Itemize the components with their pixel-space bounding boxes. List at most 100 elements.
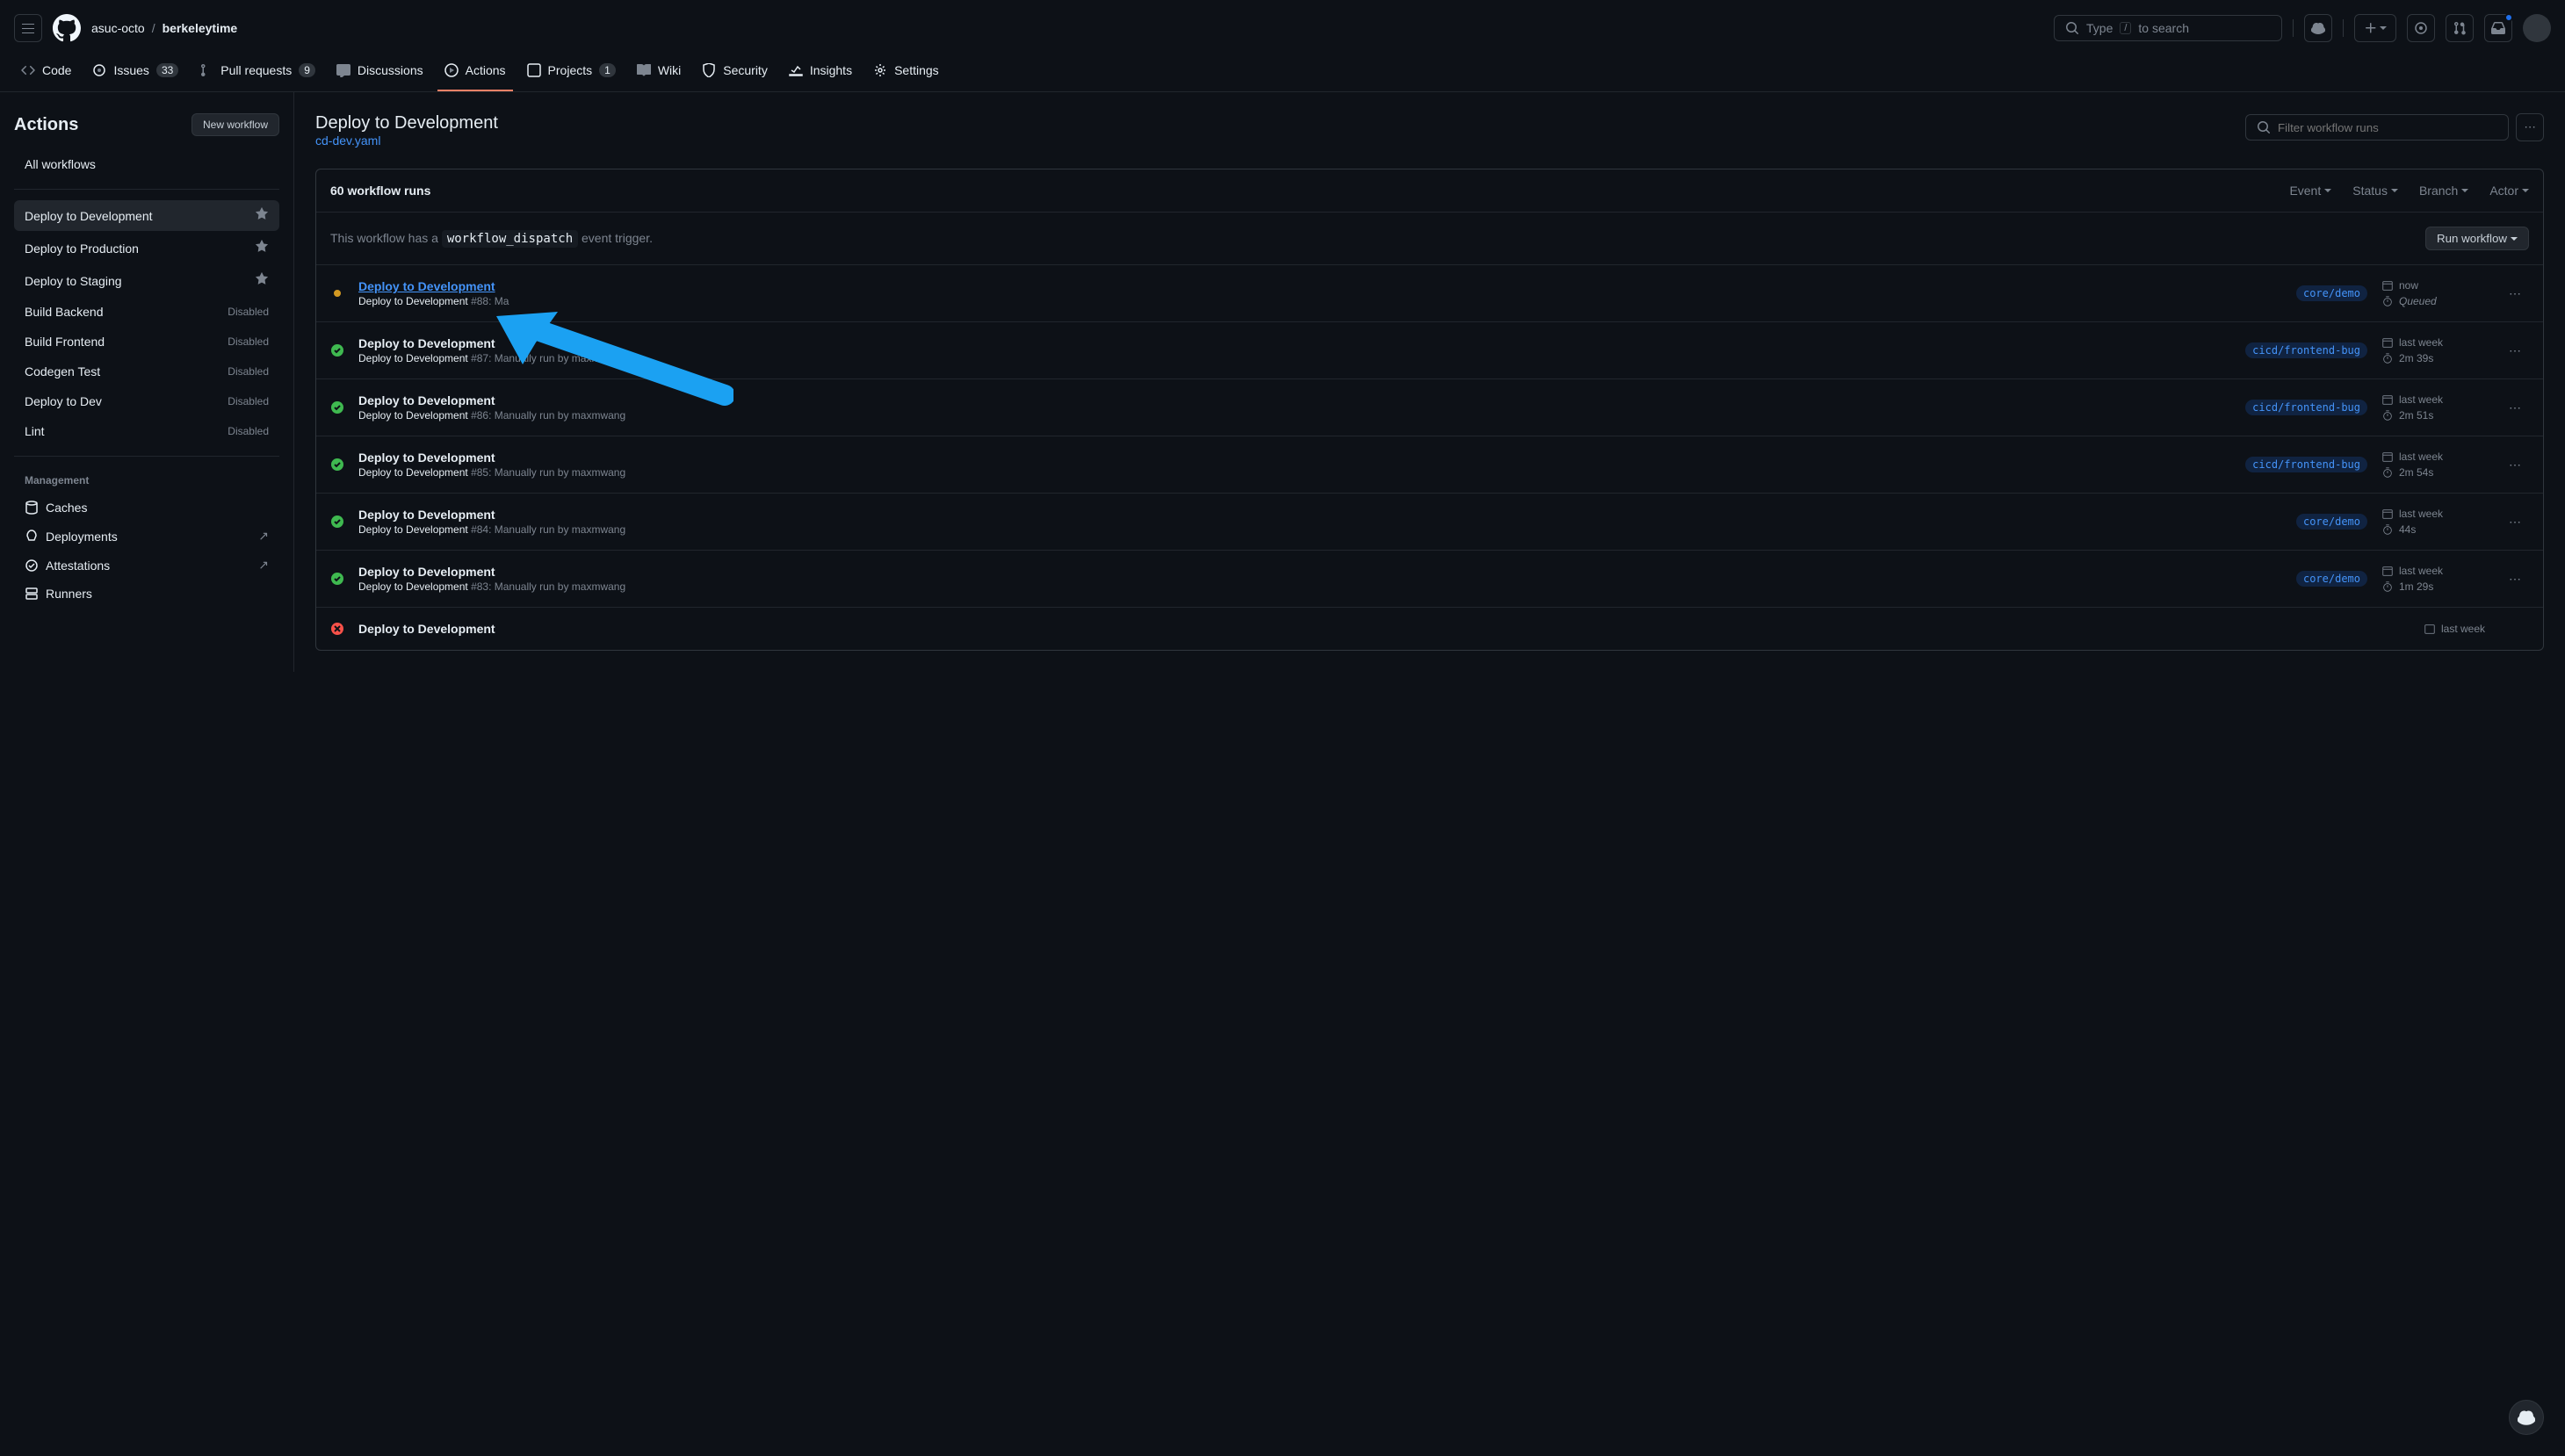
tab-projects[interactable]: Projects1	[520, 56, 623, 91]
search-suffix: to search	[2138, 21, 2189, 35]
sidebar-workflow-label: Deploy to Staging	[25, 274, 122, 288]
run-title-link[interactable]: Deploy to Development	[358, 393, 495, 407]
run-branch-badge[interactable]: core/demo	[2296, 285, 2367, 301]
breadcrumb-repo[interactable]: berkeleytime	[163, 21, 238, 35]
breadcrumb-org[interactable]: asuc-octo	[91, 21, 145, 35]
run-workflow-button[interactable]: Run workflow	[2425, 227, 2529, 250]
run-title-link[interactable]: Deploy to Development	[358, 336, 495, 350]
menu-button[interactable]	[14, 14, 42, 42]
run-branch-badge[interactable]: cicd/frontend-bug	[2245, 400, 2367, 415]
new-workflow-button[interactable]: New workflow	[191, 113, 279, 136]
dispatch-text: This workflow has a workflow_dispatch ev…	[330, 231, 653, 246]
run-menu-button[interactable]: ⋯	[2501, 336, 2529, 364]
sidebar-management-item[interactable]: Attestations↗	[14, 551, 279, 580]
pin-icon[interactable]	[255, 240, 269, 256]
run-item: Deploy to Development last week	[316, 608, 2543, 650]
copilot-icon	[2518, 1409, 2535, 1426]
sidebar-management-item[interactable]: Deployments↗	[14, 522, 279, 551]
run-branch-badge[interactable]: cicd/frontend-bug	[2245, 342, 2367, 358]
tab-issues[interactable]: Issues33	[85, 56, 185, 91]
run-branch-badge[interactable]: core/demo	[2296, 514, 2367, 530]
sidebar-workflow-label: Build Backend	[25, 305, 104, 319]
notifications-button[interactable]	[2484, 14, 2512, 42]
pull-request-icon	[199, 63, 213, 77]
pulls-button[interactable]	[2446, 14, 2474, 42]
disabled-label: Disabled	[228, 335, 269, 348]
sidebar: Actions New workflow All workflows Deplo…	[0, 92, 294, 672]
tab-pulls[interactable]: Pull requests9	[192, 56, 322, 91]
user-avatar[interactable]	[2523, 14, 2551, 42]
tab-security[interactable]: Security	[695, 56, 775, 91]
workflow-file-link[interactable]: cd-dev.yaml	[315, 133, 380, 148]
sidebar-workflow-item[interactable]: LintDisabled	[14, 417, 279, 445]
github-logo-icon[interactable]	[53, 14, 81, 42]
run-timing: last week 2m 39s	[2381, 336, 2487, 364]
search-icon	[2257, 120, 2271, 134]
run-branch-badge[interactable]: core/demo	[2296, 571, 2367, 587]
disabled-label: Disabled	[228, 425, 269, 437]
filter-event[interactable]: Event	[2289, 184, 2331, 198]
sidebar-all-workflows[interactable]: All workflows	[14, 150, 279, 178]
shield-icon	[702, 63, 716, 77]
filter-branch[interactable]: Branch	[2419, 184, 2468, 198]
notification-dot	[2504, 13, 2513, 22]
cache-icon	[25, 501, 39, 515]
tab-settings[interactable]: Settings	[866, 56, 946, 91]
success-status-icon	[330, 400, 344, 414]
calendar-icon	[2381, 393, 2394, 406]
success-status-icon	[330, 458, 344, 472]
success-status-icon	[330, 515, 344, 529]
tab-actions[interactable]: Actions	[437, 56, 513, 91]
sidebar-workflow-item[interactable]: Deploy to Production	[14, 233, 279, 263]
divider	[2293, 19, 2294, 37]
run-title-link[interactable]: Deploy to Development	[358, 622, 495, 636]
copilot-floating-button[interactable]	[2509, 1400, 2544, 1435]
tab-code[interactable]: Code	[14, 56, 78, 91]
caret-down-icon	[2380, 26, 2387, 30]
pin-icon[interactable]	[255, 272, 269, 289]
tab-discussions[interactable]: Discussions	[329, 56, 430, 91]
run-menu-button[interactable]: ⋯	[2501, 508, 2529, 536]
sidebar-workflow-label: Deploy to Dev	[25, 394, 102, 408]
sidebar-management-item[interactable]: Runners	[14, 580, 279, 608]
run-menu-button[interactable]: ⋯	[2501, 279, 2529, 307]
sidebar-management-item[interactable]: Caches	[14, 494, 279, 522]
tab-wiki[interactable]: Wiki	[630, 56, 688, 91]
run-title-link[interactable]: Deploy to Development	[358, 508, 495, 522]
stopwatch-icon	[2381, 409, 2394, 422]
filter-status[interactable]: Status	[2352, 184, 2398, 198]
create-button[interactable]	[2354, 14, 2396, 42]
play-icon	[444, 63, 459, 77]
pin-icon[interactable]	[255, 207, 269, 224]
external-link-icon: ↗	[258, 529, 269, 544]
filter-runs-input[interactable]	[2245, 114, 2509, 141]
search-input[interactable]: Type / to search	[2054, 15, 2282, 41]
sidebar-workflow-item[interactable]: Deploy to Staging	[14, 265, 279, 296]
sidebar-workflow-item[interactable]: Deploy to Development	[14, 200, 279, 231]
copilot-button[interactable]	[2304, 14, 2332, 42]
table-icon	[527, 63, 541, 77]
run-menu-button[interactable]: ⋯	[2501, 450, 2529, 479]
stopwatch-icon	[2381, 523, 2394, 536]
sidebar-workflow-item[interactable]: Deploy to DevDisabled	[14, 387, 279, 415]
sidebar-workflow-item[interactable]: Codegen TestDisabled	[14, 357, 279, 386]
calendar-icon	[2381, 336, 2394, 349]
run-title-link[interactable]: Deploy to Development	[358, 450, 495, 465]
rocket-icon	[25, 530, 39, 544]
filter-actor[interactable]: Actor	[2489, 184, 2529, 198]
run-title-link[interactable]: Deploy to Development	[358, 279, 495, 293]
run-menu-button[interactable]: ⋯	[2501, 393, 2529, 422]
tab-insights[interactable]: Insights	[782, 56, 859, 91]
calendar-icon	[2381, 508, 2394, 520]
sidebar-workflow-item[interactable]: Build Frontend Disabled	[14, 328, 279, 356]
run-item: Deploy to Development Deploy to Developm…	[316, 494, 2543, 551]
sidebar-workflow-item[interactable]: Build BackendDisabled	[14, 298, 279, 326]
run-title-link[interactable]: Deploy to Development	[358, 565, 495, 579]
run-branch-badge[interactable]: cicd/frontend-bug	[2245, 457, 2367, 472]
search-key: /	[2120, 22, 2131, 34]
workflow-menu-button[interactable]: ⋯	[2516, 113, 2544, 141]
run-menu-button[interactable]: ⋯	[2501, 565, 2529, 593]
issues-button[interactable]	[2407, 14, 2435, 42]
server-icon	[25, 587, 39, 601]
sidebar-workflow-label: Build Frontend	[25, 335, 105, 349]
